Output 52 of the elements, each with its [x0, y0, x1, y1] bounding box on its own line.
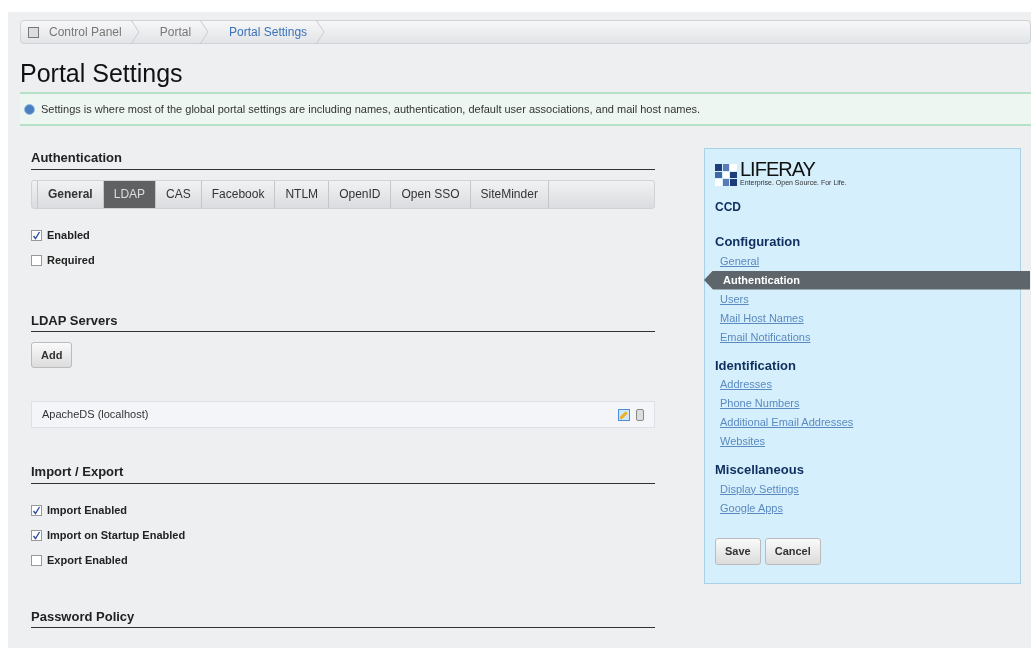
logo-text: LIFERAY	[740, 159, 816, 179]
nav-link[interactable]: Mail Host Names	[715, 308, 1010, 328]
checkbox[interactable]	[31, 554, 42, 566]
nav-link[interactable]: Websites	[715, 432, 1010, 451]
breadcrumb-link[interactable]: Portal Settings	[221, 23, 316, 41]
checkbox[interactable]	[31, 504, 42, 516]
section-heading: Password Policy	[31, 607, 136, 626]
section-heading: LDAP Servers	[31, 311, 119, 330]
checkbox-label: Import Enabled	[47, 502, 128, 518]
tab[interactable]: LDAP	[103, 180, 157, 208]
nav-link[interactable]: Phone Numbers	[715, 394, 1010, 413]
panel-button[interactable]: Cancel	[764, 537, 821, 565]
edit-icon[interactable]	[618, 408, 630, 421]
nav-item[interactable]: Authentication	[704, 270, 1030, 290]
panel-button[interactable]: Save	[715, 537, 761, 565]
tab[interactable]: Open SSO	[391, 180, 471, 208]
info-text: Settings is where most of the global portal settings are including names, authentication, default user associations, and mail host names.	[41, 101, 701, 117]
tab[interactable]: CAS	[156, 180, 202, 208]
server-name: ApacheDS (localhost)	[42, 407, 149, 423]
nav-link[interactable]: Display Settings	[715, 479, 1010, 499]
page-title: Portal Settings	[20, 58, 184, 88]
site-name: CCD	[715, 199, 742, 216]
checkbox-label: Enabled	[47, 227, 90, 243]
section-heading: Import / Export	[31, 463, 125, 481]
logo-icon	[715, 164, 737, 186]
group-heading: Configuration	[715, 233, 802, 251]
nav-link[interactable]: Additional Email Addresses	[715, 413, 1010, 432]
nav-link[interactable]: Google Apps	[715, 498, 1010, 518]
trash-icon[interactable]	[636, 408, 644, 421]
nav-link[interactable]: General	[715, 251, 1010, 271]
nav-link[interactable]: Email Notifications	[715, 327, 1010, 347]
breadcrumb-link[interactable]: Portal	[151, 23, 200, 41]
tab[interactable]: OpenID	[329, 180, 392, 208]
help-icon	[24, 103, 35, 115]
nav-link[interactable]: Users	[715, 289, 1010, 309]
group-heading: Miscellaneous	[715, 461, 805, 479]
checkbox-label: Export Enabled	[47, 552, 128, 568]
checkbox-label: Required	[47, 252, 95, 268]
section-heading: Authentication	[31, 149, 123, 167]
tab[interactable]: SiteMinder	[470, 180, 549, 208]
tab[interactable]: Facebook	[201, 180, 276, 208]
home-icon	[28, 26, 39, 38]
tab[interactable]: NTLM	[275, 180, 330, 208]
nav-link[interactable]: Addresses	[715, 375, 1010, 394]
tab[interactable]: General	[37, 180, 104, 208]
group-heading: Identification	[715, 356, 797, 375]
checkbox[interactable]	[31, 529, 42, 541]
checkbox[interactable]	[31, 229, 42, 241]
breadcrumb-link[interactable]: Control Panel	[41, 23, 130, 41]
checkbox-label: Import on Startup Enabled	[47, 527, 186, 543]
checkbox[interactable]	[31, 254, 42, 266]
add-button[interactable]: Add	[31, 342, 73, 368]
